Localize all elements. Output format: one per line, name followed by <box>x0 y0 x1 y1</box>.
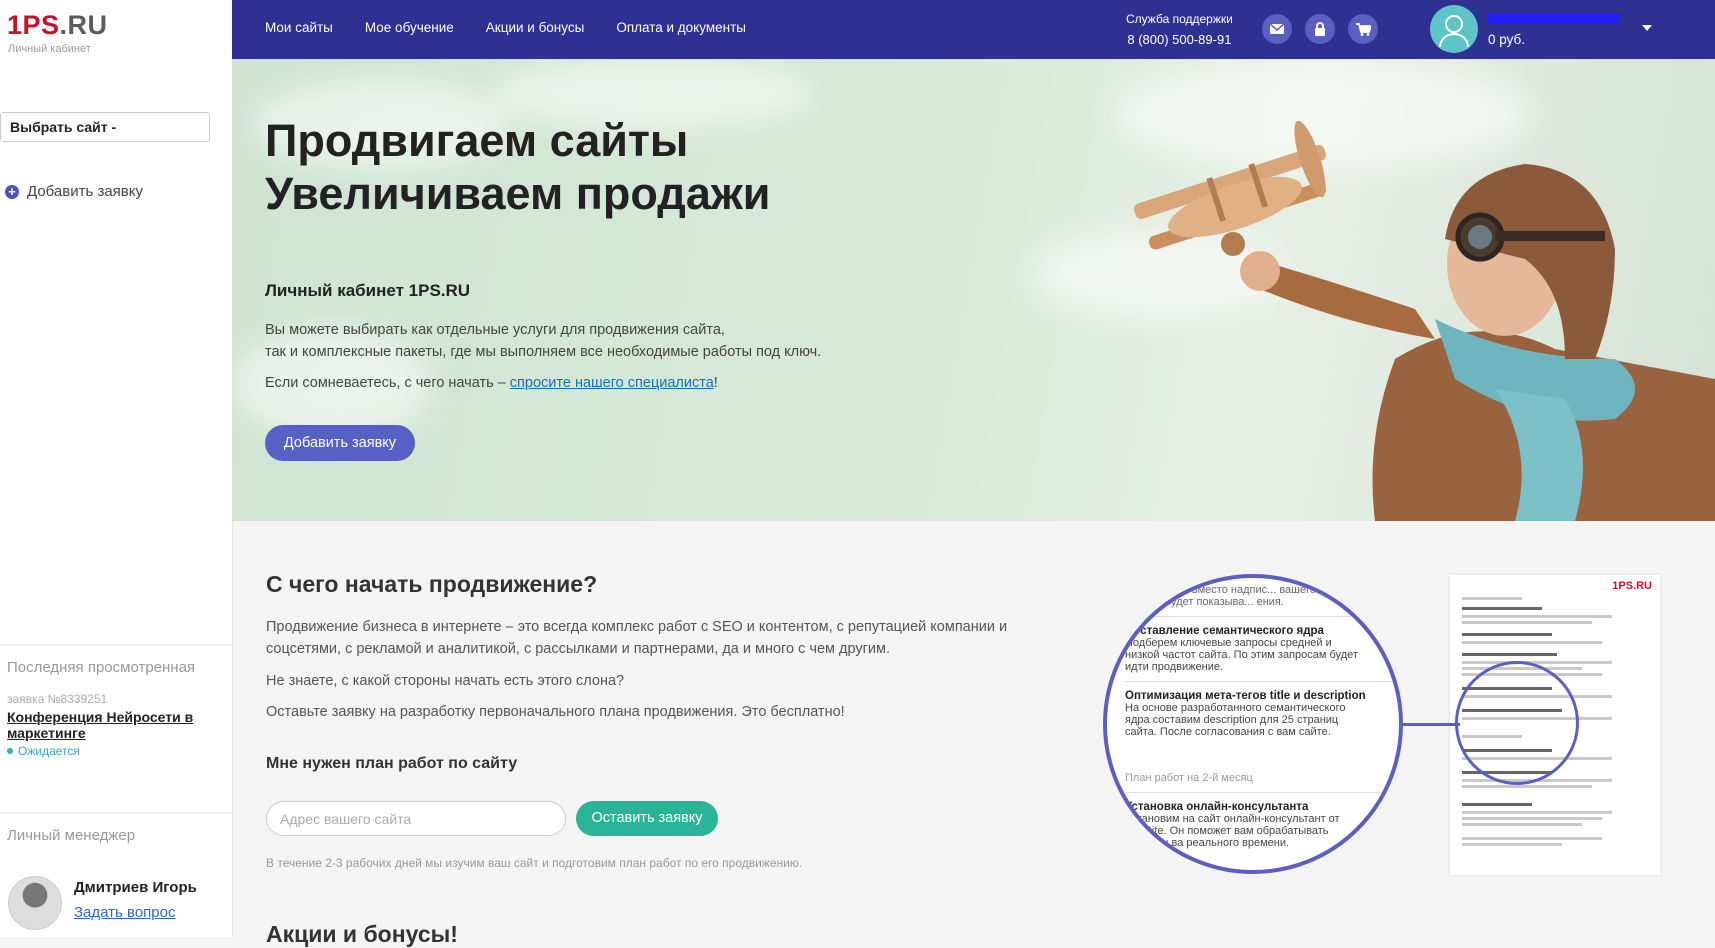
start-question: Не знаете, с какой стороны начать есть э… <box>266 673 625 689</box>
manager-avatar <box>8 876 62 930</box>
status-dot-icon <box>7 748 13 754</box>
last-viewed-heading: Последняя просмотренная <box>7 659 196 676</box>
hero-subtitle: Личный кабинет 1PS.RU <box>265 281 471 300</box>
top-navbar: Мои сайты Мое обучение Акции и бонусы Оп… <box>232 0 1715 59</box>
magnifier-connector <box>1400 723 1460 726</box>
lock-icon[interactable] <box>1305 14 1335 44</box>
site-address-input[interactable]: Адрес вашего сайта <box>266 801 566 836</box>
chevron-down-icon[interactable] <box>1642 25 1652 36</box>
mag-top-text: https вместо надпис... вашего сайта буде… <box>1165 584 1348 608</box>
magnifier-content: https вместо надпис... вашего сайта буде… <box>1125 578 1399 849</box>
manager-heading: Личный менеджер <box>7 827 136 844</box>
support-label: Служба поддержки <box>1126 12 1233 26</box>
user-avatar[interactable] <box>1430 5 1478 53</box>
leave-request-button[interactable]: Оставить заявку <box>576 801 718 836</box>
promotions-heading: Акции и бонусы! <box>266 921 458 947</box>
mag-item3-title: Установка онлайн-консультанта <box>1125 801 1309 813</box>
cart-icon[interactable] <box>1348 14 1378 44</box>
main-nav: Мои сайты Мое обучение Акции и бонусы Оп… <box>265 20 746 35</box>
mag-item2-title: Оптимизация мета-тегов title и descripti… <box>1125 690 1366 702</box>
start-description: Продвижение бизнеса в интернете – это вс… <box>266 619 1008 657</box>
brand-logo[interactable]: 1PS.RU <box>7 10 108 41</box>
sidebar-add-request-label: Добавить заявку <box>27 183 144 200</box>
ask-specialist-link[interactable]: спросите нашего специалиста <box>510 375 714 391</box>
nav-payment[interactable]: Оплата и документы <box>616 20 746 35</box>
request-status: Ожидается <box>0 744 232 758</box>
manager-block: Личный менеджер <box>0 812 232 844</box>
brand-subtitle: Личный кабинет <box>8 43 91 55</box>
plan-form-heading: Мне нужен план работ по сайту <box>266 755 518 772</box>
start-offer: Оставьте заявку на разработку первоначал… <box>266 704 845 720</box>
support-phone[interactable]: 8 (800) 500-89-91 <box>1126 32 1233 47</box>
envelope-icon[interactable] <box>1262 14 1292 44</box>
child-with-toy-plane-illustration <box>1133 120 1715 521</box>
hero-banner: Продвигаем сайты Увеличиваем продажи Личн… <box>232 59 1715 521</box>
hero-ask-specialist: Если сомневаетесь, с чего начать – спрос… <box>265 375 718 391</box>
manager-name: Дмитриев Игорь <box>74 879 197 896</box>
plan-note: В течение 2-3 рабочих дней мы изучим ваш… <box>266 856 803 870</box>
sidebar: 1PS.RU Личный кабинет Выбрать сайт - + Д… <box>0 0 233 937</box>
nav-promotions[interactable]: Акции и бонусы <box>486 20 585 35</box>
magnifier-small-circle <box>1455 661 1579 785</box>
doc-logo: 1PS.RU <box>1612 580 1652 592</box>
mag-item2-text: На основе разработанного семантического … <box>1125 702 1346 738</box>
last-viewed-block: Последняя просмотренная заявка №8339251 … <box>0 644 232 758</box>
start-heading: С чего начать продвижение? <box>266 571 598 597</box>
sidebar-add-request[interactable]: + Добавить заявку <box>5 183 143 200</box>
support-block: Служба поддержки 8 (800) 500-89-91 <box>1126 12 1233 47</box>
manager-row: Дмитриев Игорь Задать вопрос <box>8 876 197 930</box>
nav-my-learning[interactable]: Мое обучение <box>365 20 454 35</box>
user-name-redacted[interactable] <box>1488 14 1620 23</box>
request-number: заявка №8339251 <box>7 692 108 706</box>
mag-month-label: План работ на 2-й месяц <box>1125 772 1253 784</box>
hero-title: Продвигаем сайты Увеличиваем продажи <box>265 115 771 219</box>
hero-description: Вы можете выбирать как отдельные услуги … <box>265 322 822 360</box>
request-status-label: Ожидается <box>18 744 80 758</box>
hero-add-request-button[interactable]: Добавить заявку <box>265 425 415 461</box>
mag-item1-text: Подберем ключевые запросы средней и низк… <box>1125 637 1358 673</box>
ask-question-link[interactable]: Задать вопрос <box>74 904 197 921</box>
request-title-link[interactable]: Конференция Нейросети в маркетинге <box>0 709 207 741</box>
nav-my-sites[interactable]: Мои сайты <box>265 20 333 35</box>
mag-item1-title: Составление семантического ядра <box>1125 625 1324 637</box>
mag-item3-text: Установим на сайт онлайн-консультант от … <box>1125 813 1340 849</box>
header-icons <box>1262 14 1378 44</box>
toy-plane-icon <box>1133 120 1327 256</box>
user-balance: 0 руб. <box>1488 32 1525 47</box>
magnifier-big-circle: https вместо надпис... вашего сайта буде… <box>1103 574 1403 874</box>
plus-circle-icon: + <box>5 184 19 199</box>
site-select[interactable]: Выбрать сайт - <box>0 112 210 142</box>
